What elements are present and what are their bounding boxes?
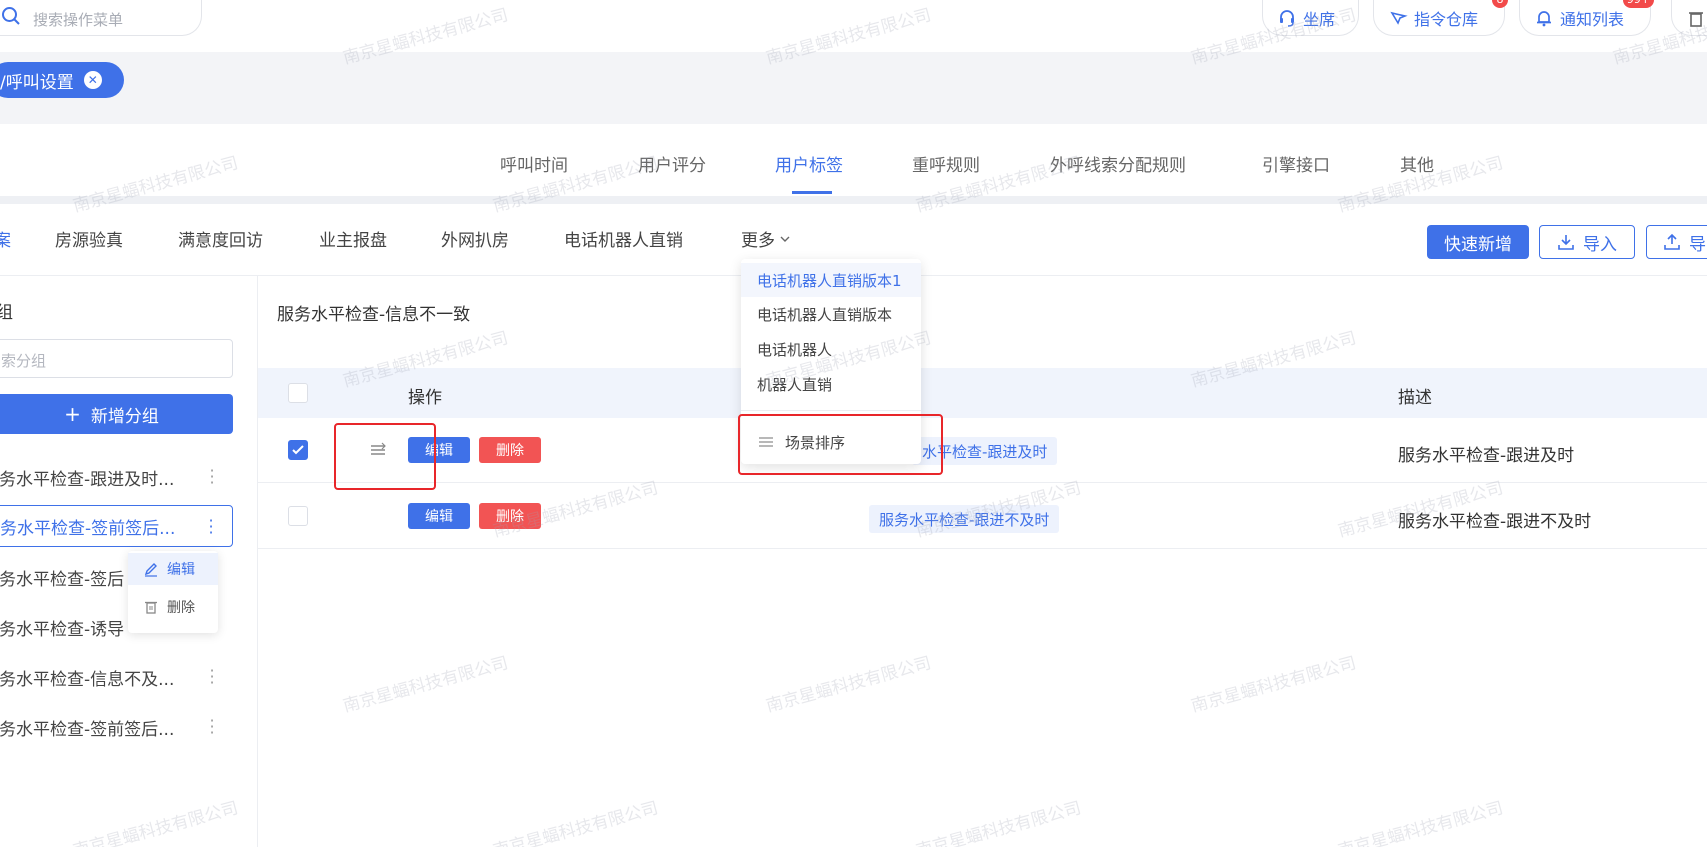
import-label: 导入 [1583,234,1617,255]
group-search-placeholder: 索分组 [1,352,47,370]
more-vertical-icon[interactable]: · · · [208,513,214,541]
context-edit-item[interactable]: 编辑 [128,553,218,585]
seat-label: 坐席 [1303,9,1336,29]
more-vertical-icon[interactable]: · · · [209,713,215,741]
trash-button[interactable] [1671,0,1707,36]
chevron-down-icon [780,236,790,242]
tag-bar [0,56,1707,106]
open-tab-chip[interactable]: /呼叫设置 ✕ [0,62,124,98]
row-checkbox[interactable] [288,440,308,460]
dropdown-divider [741,410,921,411]
command-label: 指令仓库 [1414,9,1479,29]
notify-list-button[interactable]: 通知列表 99+ [1519,0,1654,36]
more-label: 更多 [741,231,775,251]
close-icon[interactable]: ✕ [83,71,102,89]
dropdown-item[interactable]: 电话机器人直销版本1 [741,263,921,297]
subtab-web-scrape[interactable]: 外网扒房 [441,226,509,251]
row-divider [258,482,1707,483]
tab-lead-assign-rules[interactable]: 外呼线索分配规则 [1050,151,1186,176]
group-item-label: 务水平检查-诱导 [0,619,125,640]
dropdown-item[interactable]: 电话机器人直销版本 [741,297,921,331]
row-delete-button[interactable]: 删除 [479,437,541,463]
subtab-robot-sales[interactable]: 电话机器人直销 [564,226,683,251]
row-divider [258,548,1707,549]
more-vertical-icon[interactable]: · · · [209,663,215,691]
bell-icon [1537,10,1551,26]
row-edit-button[interactable]: 编辑 [408,503,470,529]
group-item[interactable]: 务水平检查-签前签后... · · · [0,706,233,748]
row-checkbox[interactable] [288,506,308,526]
row-tag-chip: 服务水平检查-跟进不及时 [869,505,1060,533]
highlight-box-drag-handle [334,423,436,490]
search-icon [2,7,20,25]
group-item-label: 务水平检查-签后 [0,569,125,590]
group-item-label: 务水平检查-跟进及时... [0,469,175,490]
tab-other[interactable]: 其他 [1400,151,1434,176]
export-label: 导 [1689,234,1706,255]
table-header [258,368,1707,418]
group-item-label: 务水平检查-信息不及... [0,669,175,690]
tab-user-tags[interactable]: 用户标签 [775,151,843,176]
import-button[interactable]: 导入 [1539,225,1635,259]
group-panel-title: 组 [0,303,13,323]
row-description: 服务水平检查-跟进不及时 [1398,512,1592,532]
context-delete-label: 删除 [167,600,195,616]
tab-user-score[interactable]: 用户评分 [638,151,706,176]
menu-search-box[interactable]: 搜索操作菜单 [0,0,202,36]
add-group-button[interactable]: + 新增分组 [0,394,233,434]
check-icon [292,445,304,455]
add-group-label: 新增分组 [90,406,159,427]
column-header-action: 操作 [408,388,442,408]
tab-call-time[interactable]: 呼叫时间 [500,151,568,176]
main-tabs-panel [0,124,1707,196]
highlight-box-scene-sort [738,414,943,475]
group-context-menu: 编辑 删除 [128,551,218,633]
plus-icon: + [64,402,81,426]
active-tab-indicator [792,191,832,194]
export-button[interactable]: 导 [1646,225,1707,259]
select-all-checkbox[interactable] [288,383,308,403]
subtab-satisfaction[interactable]: 满意度回访 [178,226,263,251]
command-icon [1390,11,1408,25]
subtab-owner-listing[interactable]: 业主报盘 [319,226,387,251]
subtab-more[interactable]: 更多 [741,226,791,251]
group-item[interactable]: 务水平检查-信息不及... · · · [0,656,233,698]
trash-icon [1689,11,1703,27]
row-description: 服务水平检查-跟进及时 [1398,446,1575,466]
column-header-description: 描述 [1398,388,1432,408]
import-icon [1558,235,1574,250]
notify-label: 通知列表 [1560,9,1625,29]
group-search-input[interactable]: 索分组 [0,339,233,378]
sidebar-divider [257,276,258,847]
tab-redial-rules[interactable]: 重呼规则 [912,151,980,176]
group-item-label: 务水平检查-签前签后... [0,518,176,539]
table-title: 服务水平检查-信息不一致 [277,305,471,325]
subtab-listing-verify[interactable]: 房源验真 [55,226,123,251]
section-divider [0,196,1707,204]
context-delete-item[interactable]: 删除 [128,591,218,623]
command-repo-button[interactable]: 指令仓库 8 [1373,0,1508,36]
dropdown-item[interactable]: 电话机器人 [741,332,921,366]
quick-add-button[interactable]: 快速新增 [1427,225,1529,259]
export-icon [1664,233,1680,250]
menu-search-placeholder: 搜索操作菜单 [33,11,124,29]
more-vertical-icon[interactable]: · · · [209,463,215,491]
dropdown-item[interactable]: 机器人直销 [741,367,921,401]
row-delete-button[interactable]: 删除 [479,503,541,529]
trash-icon [145,601,157,614]
tab-engine-api[interactable]: 引擎接口 [1262,151,1330,176]
seat-button[interactable]: 坐席 [1262,0,1359,36]
notify-badge: 99+ [1622,0,1654,8]
subtab-partial[interactable]: 案 [0,226,11,251]
pencil-icon [144,563,157,577]
context-edit-label: 编辑 [167,562,195,578]
headset-icon [1280,9,1294,27]
group-item[interactable]: 务水平检查-跟进及时... · · · [0,456,233,498]
open-tab-label: /呼叫设置 [0,72,74,93]
group-item-label: 务水平检查-签前签后... [0,719,175,740]
group-item-selected[interactable]: 务水平检查-签前签后... · · · [0,505,233,547]
